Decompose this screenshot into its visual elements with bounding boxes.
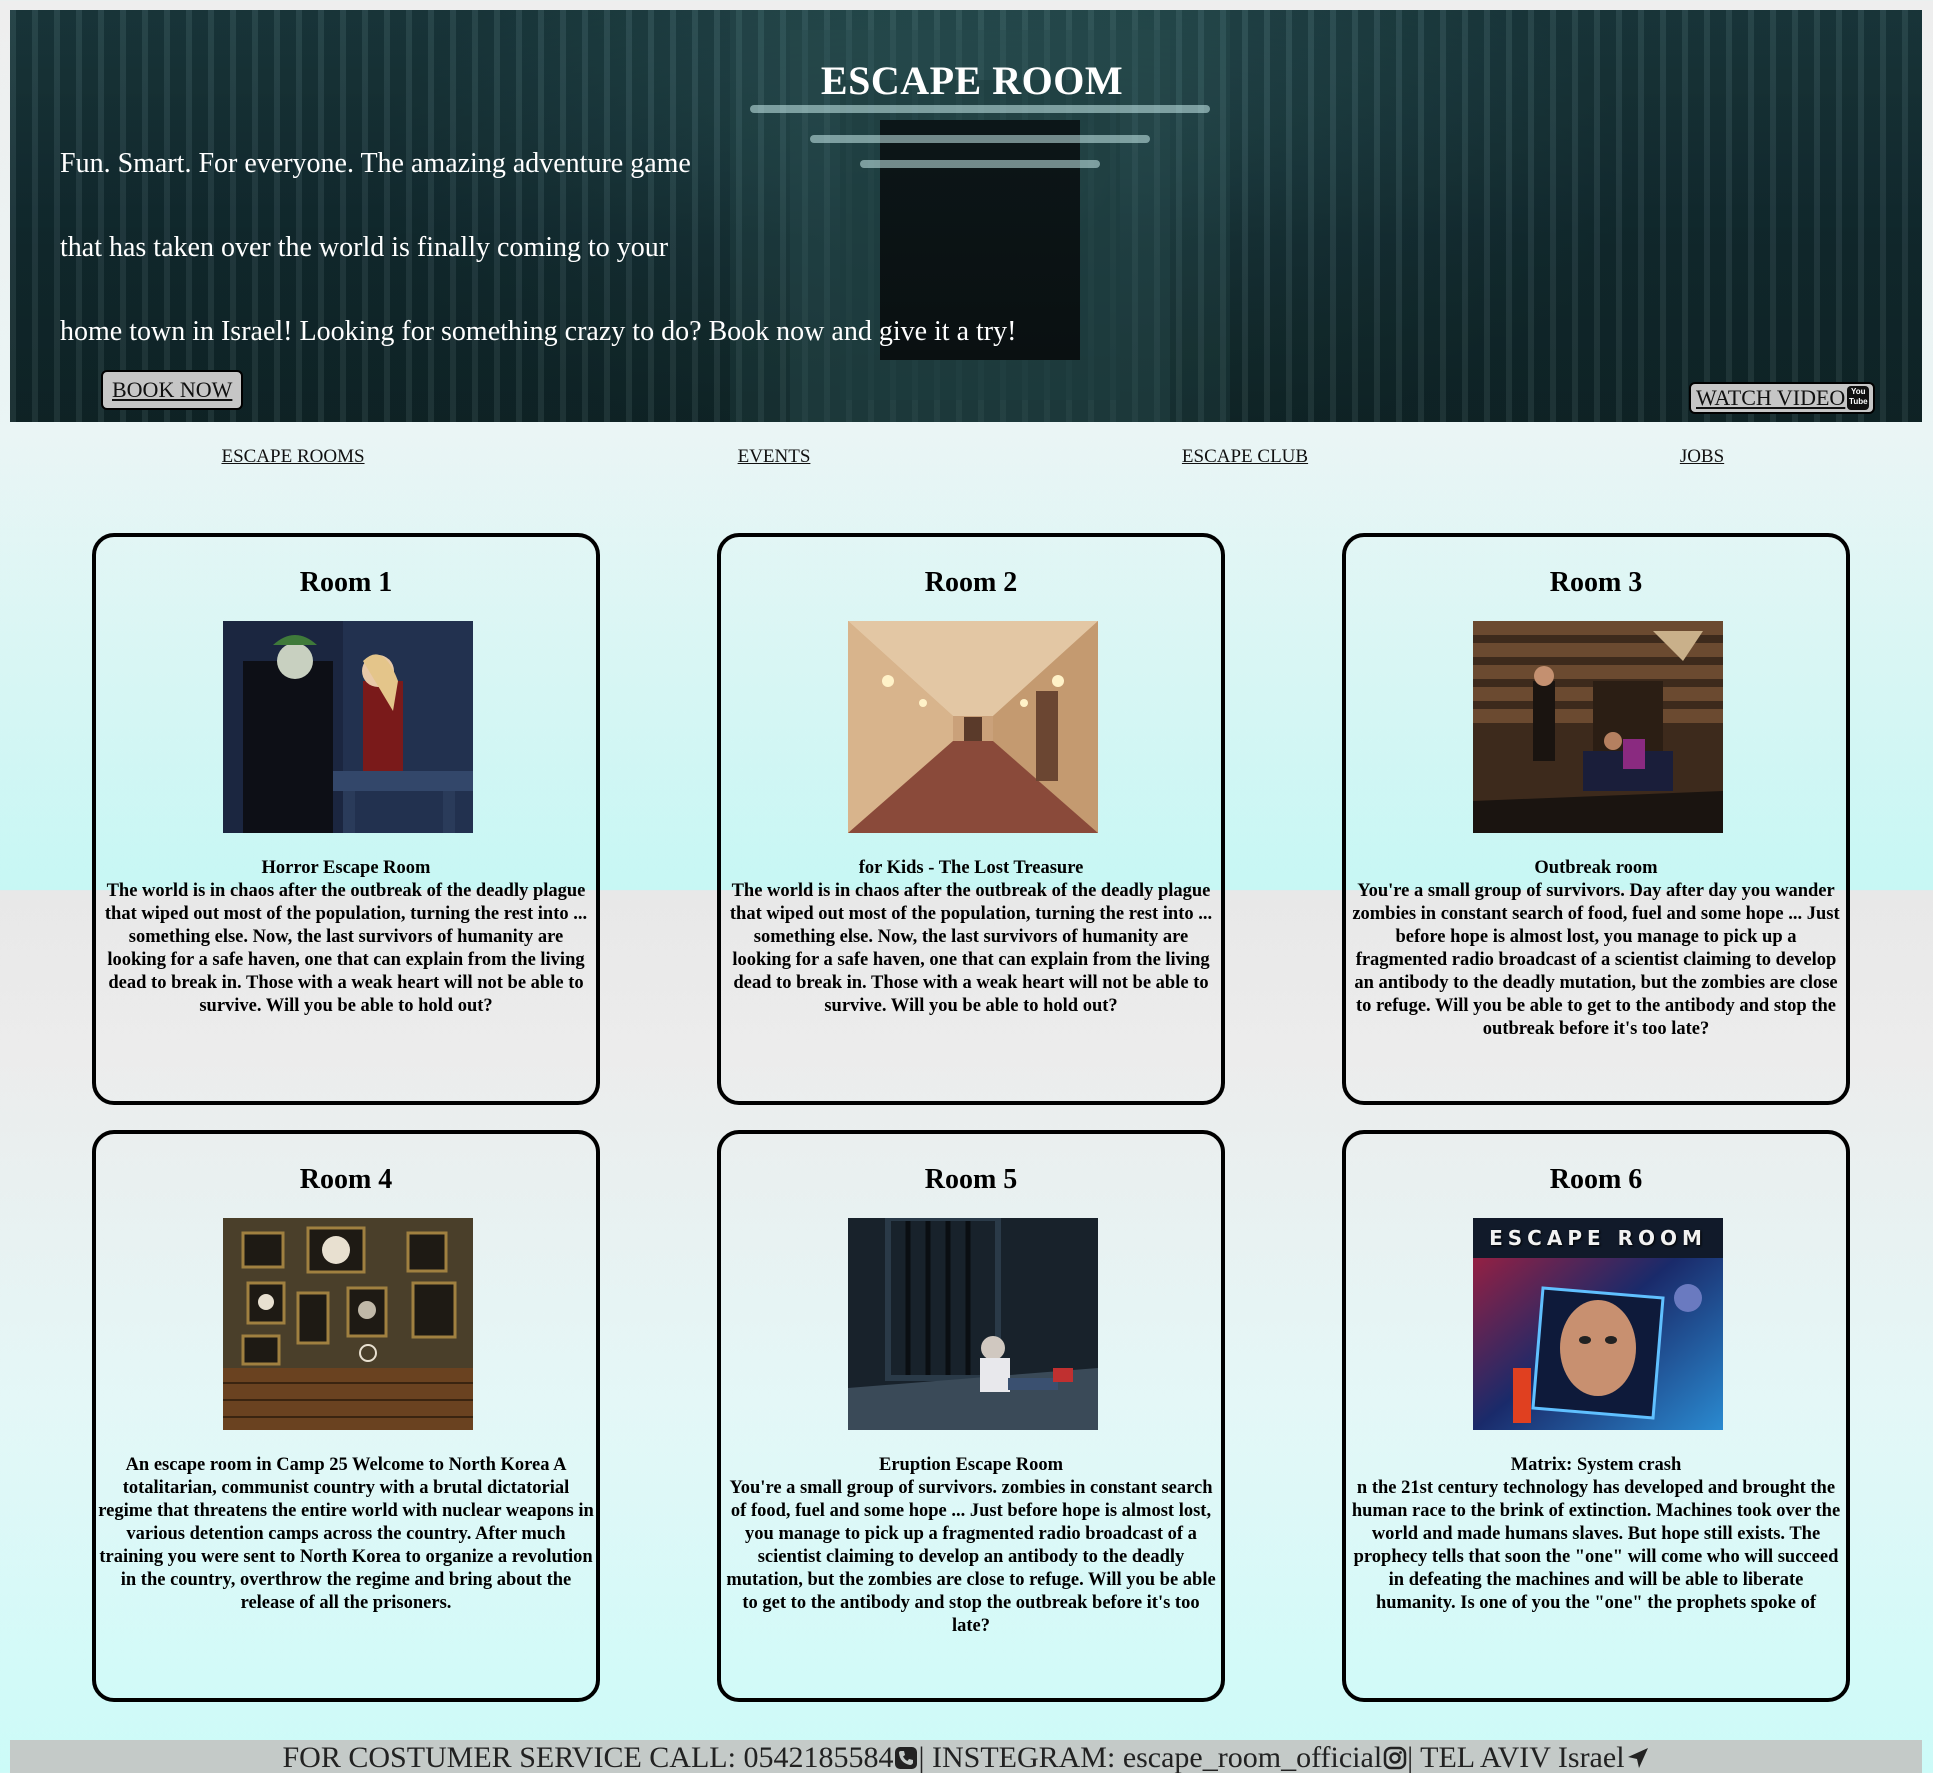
hero-tagline-line: that has taken over the world is finally… [60,232,669,263]
room-subtitle: Horror Escape Room [261,858,431,878]
room-image [848,1218,1098,1430]
room-image [223,621,473,833]
ceiling-light [810,135,1150,143]
room-image: ESCAPE ROOM [1473,1218,1723,1430]
location-arrow-icon [1627,1748,1648,1768]
room-description: You're a small group of survivors. Day a… [1352,881,1840,1039]
nav-jobs[interactable]: JOBS [1680,446,1724,468]
room-title: Room 1 [299,567,393,598]
location-text: | TEL AVIV Israel [1407,1741,1625,1773]
room-subtitle: Eruption Escape Room [879,1455,1063,1475]
instagram-text[interactable]: | INSTEGRAM: escape_room_official [918,1741,1382,1773]
room-description: The world is in chaos after the outbreak… [104,881,588,1016]
room-title: Room 4 [299,1164,393,1195]
ceiling-light [860,160,1100,168]
room-card[interactable]: Room 4 An escape room in Camp 25 Welcome… [92,1130,600,1702]
watch-video-label: WATCH VIDEO [1696,385,1846,410]
youtube-icon-text: Tube [1849,397,1868,406]
poster-title: ESCAPE ROOM [1489,1226,1707,1250]
room-title: Room 2 [924,567,1018,598]
hero-tagline-line: home town in Israel! Looking for somethi… [60,316,1017,347]
instagram-icon [1383,1746,1407,1770]
room-title: Room 3 [1549,567,1643,598]
room-subtitle: Outbreak room [1534,858,1658,878]
room-subtitle: for Kids - The Lost Treasure [858,858,1084,878]
room-image [848,621,1098,833]
footer: FOR COSTUMER SERVICE CALL: 0542185584 | I… [10,1740,1922,1773]
room-description: An escape room in Camp 25 Welcome to Nor… [98,1455,594,1613]
room-title: Room 6 [1549,1164,1643,1195]
room-title: Room 5 [924,1164,1018,1195]
room-description: The world is in chaos after the outbreak… [729,881,1213,1016]
customer-service-text: FOR COSTUMER SERVICE CALL: 0542185584 [282,1741,894,1773]
phone-icon [895,1747,918,1769]
youtube-icon-text: You [1851,387,1866,396]
nav-escape-club[interactable]: ESCAPE CLUB [1182,446,1308,468]
room-image [223,1218,473,1430]
watch-video-button[interactable]: WATCH VIDEO You Tube [1689,382,1876,414]
ceiling-light [750,105,1210,113]
room-description: n the 21st century technology has develo… [1351,1478,1841,1613]
room-card[interactable]: Room 2 for Kids - The Lost Treasure The … [717,533,1225,1105]
room-card[interactable]: Room 5 Eruption Escape Room You're a sma… [717,1130,1225,1702]
room-card[interactable]: Room 3 Outbreak room You're a small grou… [1342,533,1850,1105]
youtube-icon: You Tube [1847,386,1870,410]
room-description: You're a small group of survivors. zombi… [726,1478,1216,1636]
room-card[interactable]: Room 1 Horror Escape Room The world is i… [92,533,600,1105]
room-card[interactable]: Room 6 ESCAPE ROOM Matrix: System crash … [1342,1130,1850,1702]
hero-tagline-line: Fun. Smart. For everyone. The amazing ad… [60,148,691,179]
room-image [1473,621,1723,833]
room-subtitle: Matrix: System crash [1510,1455,1682,1475]
nav-events[interactable]: EVENTS [738,446,811,468]
page-title: ESCAPE ROOM [820,58,1124,103]
nav-escape-rooms[interactable]: ESCAPE ROOMS [221,446,364,468]
book-now-button[interactable]: BOOK NOW [101,370,244,410]
